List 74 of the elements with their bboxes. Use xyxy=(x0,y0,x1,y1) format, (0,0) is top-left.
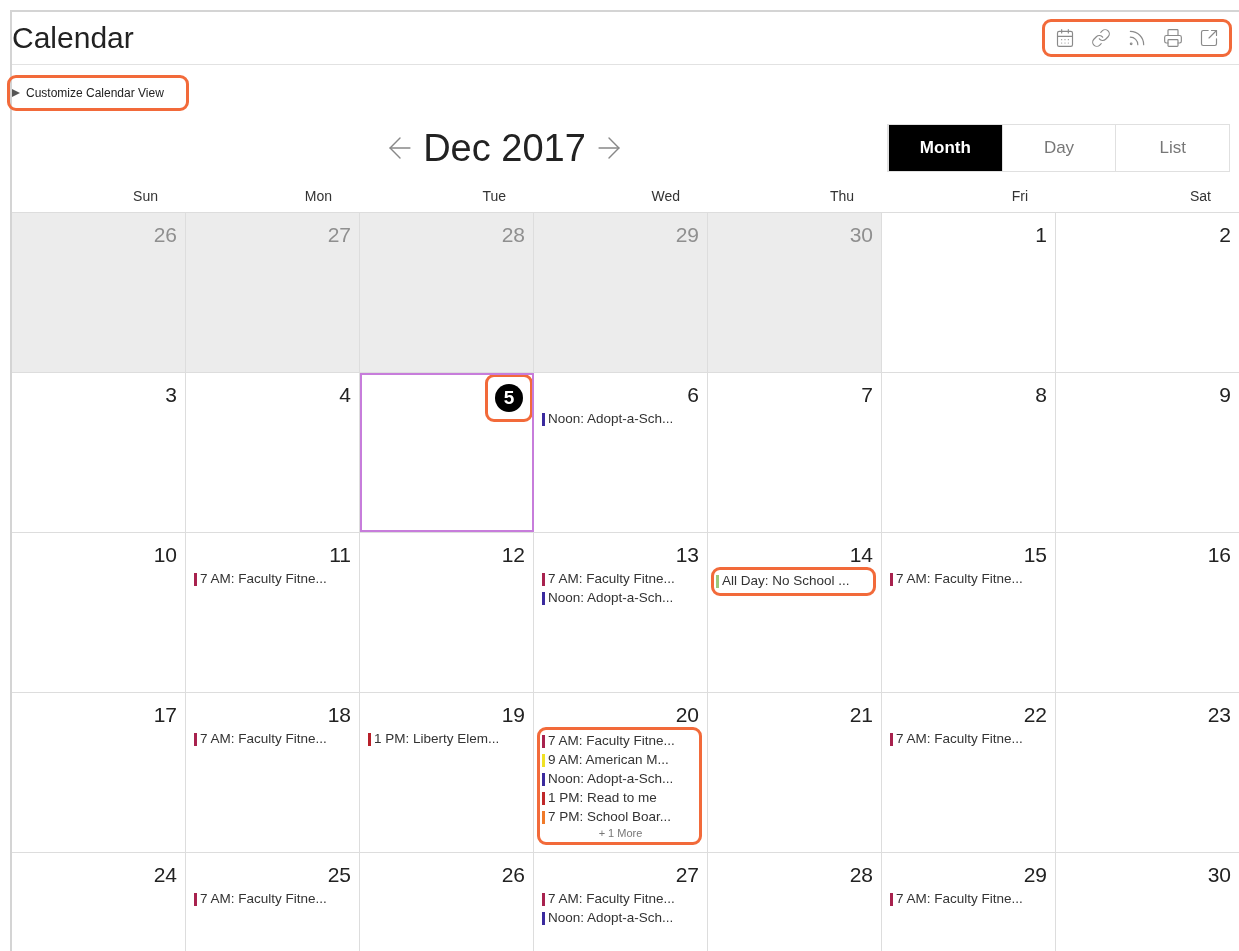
weekday-label: Thu xyxy=(829,187,854,206)
event-link[interactable]: 7 AM: Faculty Fitne... xyxy=(548,569,675,590)
weekday-label: Sun xyxy=(133,187,158,206)
event-link[interactable]: 9 AM: American M... xyxy=(548,750,669,771)
event-link[interactable]: 7 AM: Faculty Fitne... xyxy=(548,889,675,910)
date-number: 6 xyxy=(687,383,699,407)
event-link[interactable]: 7 AM: Faculty Fitne... xyxy=(896,729,1023,750)
weekday-label: Tue xyxy=(482,187,506,206)
date-number: 26 xyxy=(501,863,525,887)
date-number: 27 xyxy=(675,863,699,887)
month-label: Dec 2017 xyxy=(423,128,586,167)
date-number: 26 xyxy=(153,223,177,247)
event-link[interactable]: Noon: Adopt-a-Sch... xyxy=(548,409,674,430)
event-link[interactable]: 7 AM: Faculty Fitne... xyxy=(200,729,327,750)
weekday-label: Wed xyxy=(651,187,680,206)
event-link[interactable]: Noon: Adopt-a-Sch... xyxy=(548,908,674,929)
customize-view-toggle[interactable]: Customize Calendar View xyxy=(10,77,186,108)
event-link[interactable]: 7 AM: Faculty Fitne... xyxy=(200,889,327,910)
date-number: 25 xyxy=(327,863,351,887)
date-number: 11 xyxy=(329,543,351,567)
event-link[interactable]: 1 PM: Liberty Elem... xyxy=(374,729,500,750)
date-number: 30 xyxy=(849,223,873,247)
date-number: 2 xyxy=(1219,223,1231,247)
date-number: 30 xyxy=(1207,863,1231,887)
event-link[interactable]: All Day: No School ... xyxy=(722,571,850,592)
date-number: 20 xyxy=(675,703,699,727)
event-link[interactable]: 7 AM: Faculty Fitne... xyxy=(200,569,327,590)
date-number: 14 xyxy=(849,543,873,567)
day-cell[interactable]: 14 All Day: No School ... xyxy=(708,533,882,692)
date-number: 29 xyxy=(675,223,699,247)
date-number: 7 xyxy=(861,383,873,407)
event-link[interactable]: 7 PM: School Boar... xyxy=(548,807,672,828)
date-number: 29 xyxy=(1023,863,1047,887)
event-link[interactable]: Noon: Adopt-a-Sch... xyxy=(548,588,674,609)
day-cell[interactable]: 5 xyxy=(360,373,534,532)
weekday-label: Mon xyxy=(304,187,332,206)
date-number: 15 xyxy=(1023,543,1047,567)
date-number: 27 xyxy=(327,223,351,247)
view-tab[interactable]: Month xyxy=(888,124,1002,171)
date-number: 10 xyxy=(153,543,177,567)
date-number: 17 xyxy=(153,703,177,727)
date-number: 28 xyxy=(501,223,525,247)
date-number: 16 xyxy=(1207,543,1231,567)
calendar-icon[interactable] xyxy=(1055,28,1075,48)
disclosure-triangle-icon xyxy=(12,88,20,97)
date-number: 9 xyxy=(1219,383,1231,407)
more-events-link[interactable]: + 1 More xyxy=(598,827,643,840)
day-cell[interactable]: 20 7 AM: Faculty Fitne... 9 AM: American M... Noon: Adopt-a-Sch... 1 PM: Read to me 7 PM: School Boar... + 1 More xyxy=(534,693,708,852)
date-number: 18 xyxy=(327,703,351,727)
event-link[interactable]: 7 AM: Faculty Fitne... xyxy=(896,889,1023,910)
today-date-badge: 5 xyxy=(495,384,523,412)
print-icon[interactable] xyxy=(1163,28,1183,48)
weekday-label: Fri xyxy=(1011,187,1028,206)
date-number: 4 xyxy=(339,383,351,407)
date-number: 22 xyxy=(1023,703,1047,727)
weekday-label: Sat xyxy=(1190,187,1211,206)
link-icon[interactable] xyxy=(1091,28,1111,48)
external-link-icon[interactable] xyxy=(1199,28,1219,48)
event-link[interactable]: 7 AM: Faculty Fitne... xyxy=(896,569,1023,590)
date-number: 24 xyxy=(153,863,177,887)
event-link[interactable]: 1 PM: Read to me xyxy=(548,788,657,809)
page-title: Calendar xyxy=(12,23,134,53)
event-link[interactable]: Noon: Adopt-a-Sch... xyxy=(548,769,674,790)
event-link[interactable]: 7 AM: Faculty Fitne... xyxy=(548,731,675,752)
date-number: 8 xyxy=(1035,383,1047,407)
date-number: 23 xyxy=(1207,703,1231,727)
date-number: 13 xyxy=(675,543,699,567)
date-number: 19 xyxy=(501,703,525,727)
date-number: 3 xyxy=(165,383,177,407)
date-number: 28 xyxy=(849,863,873,887)
rss-feed-icon[interactable] xyxy=(1127,28,1147,48)
date-number: 21 xyxy=(849,703,873,727)
date-number: 1 xyxy=(1035,223,1047,247)
date-number: 12 xyxy=(501,543,525,567)
